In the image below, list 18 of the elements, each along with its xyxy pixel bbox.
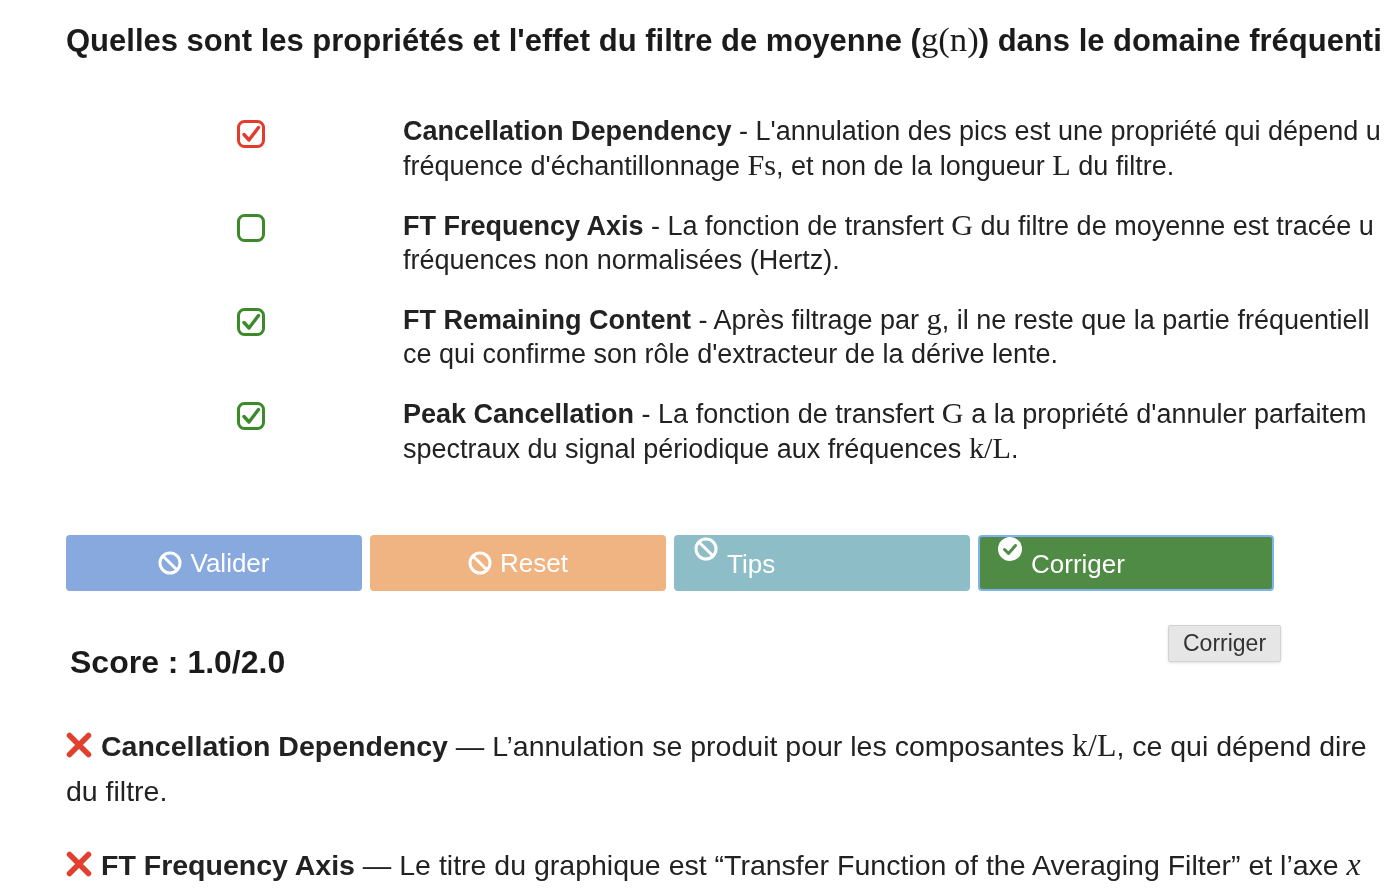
option-text: FT Remaining Content - Après filtrage par g, il ne reste que la partie fréquentiell ce qui confirme son rôle d'extracteur de la dérive lente. bbox=[403, 302, 1370, 371]
checkbox[interactable] bbox=[237, 402, 265, 430]
checkbox[interactable] bbox=[237, 308, 265, 336]
feedback-text: FT Frequency Axis — Le titre du graphique est “Transfer Function of the Averaging Filter” et l’axe x bbox=[100, 846, 1361, 884]
check-circle-icon bbox=[998, 537, 1022, 561]
checkbox[interactable] bbox=[237, 120, 265, 148]
question-title: Quelles sont les propriétés et l'effet du filtre de moyenne (g(n)) dans le domaine fréquenti bbox=[66, 22, 1382, 59]
feedback-text: Cancellation Dependency — L’annulation se produit pour les composantes k/L, ce qui dépend dire du filtre. bbox=[66, 727, 1367, 809]
score-text: Score : 1.0/2.0 bbox=[69, 644, 286, 680]
ban-icon bbox=[694, 537, 718, 561]
checkbox[interactable] bbox=[237, 214, 265, 242]
ban-icon bbox=[158, 551, 183, 575]
option-text: FT Frequency Axis - La fonction de transfert G du filtre de moyenne est tracée u fréquences non normalisées (Hertz). bbox=[403, 208, 1374, 277]
option-text: Cancellation Dependency - L'annulation des pics est une propriété qui dépend u fréquence d'échantillonnage Fs, et non de la longueur L du filtre. bbox=[403, 115, 1381, 183]
option-text: Peak Cancellation - La fonction de transfert G a la propriété d'annuler parfaitem spectraux du signal périodique aux fréquences k/L. bbox=[403, 396, 1367, 466]
tooltip: Corriger bbox=[1168, 625, 1282, 662]
ban-icon bbox=[468, 551, 493, 575]
toggle-button[interactable]: Corriger bbox=[978, 535, 1274, 591]
